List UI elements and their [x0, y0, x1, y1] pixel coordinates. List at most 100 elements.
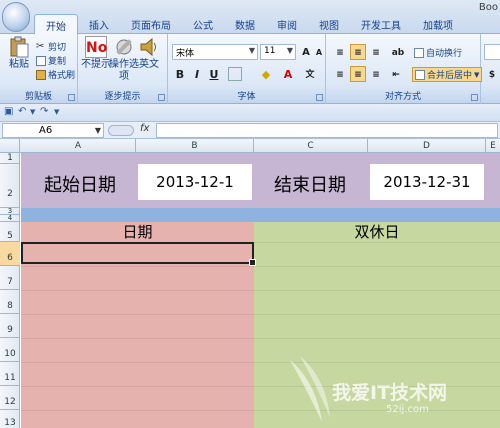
- tab-developer[interactable]: 开发工具: [350, 14, 412, 34]
- clipboard-group: 粘贴 ✂ 剪切 复制 格式刷 剪贴板: [0, 34, 78, 104]
- redo-icon[interactable]: ↷: [40, 106, 48, 117]
- row-header-11[interactable]: 11: [0, 362, 20, 386]
- indent-icon[interactable]: ⇤: [388, 66, 404, 82]
- chevron-down-icon[interactable]: ▼: [30, 108, 35, 116]
- english-button[interactable]: 英文: [138, 36, 160, 71]
- clipboard-launcher[interactable]: [68, 94, 75, 101]
- align-center-icon[interactable]: ≡: [350, 66, 366, 82]
- copy-icon: [36, 55, 46, 66]
- wrap-text-button[interactable]: 自动换行: [414, 46, 462, 59]
- tab-insert[interactable]: 插入: [78, 14, 120, 34]
- tab-data[interactable]: 数据: [224, 14, 266, 34]
- font-name-combo[interactable]: 宋体 ▼: [172, 44, 258, 60]
- column-header-a[interactable]: A: [21, 139, 136, 153]
- column-header-e[interactable]: E: [486, 139, 500, 153]
- row-header-4[interactable]: 4: [0, 215, 20, 222]
- quick-access-toolbar: ▣ ↶ ▼ ↷ ▼: [0, 104, 500, 122]
- font-color-icon[interactable]: A: [280, 66, 296, 82]
- row-header-9[interactable]: 9: [0, 314, 20, 338]
- paste-button[interactable]: 粘贴: [4, 36, 34, 71]
- row-header-5[interactable]: 5: [0, 222, 20, 242]
- undo-icon[interactable]: ↶: [18, 106, 26, 117]
- clipboard-group-label: 剪贴板: [24, 92, 52, 102]
- wrap-text-label: 自动换行: [426, 49, 463, 59]
- align-bottom-icon[interactable]: ≡: [368, 44, 384, 60]
- insert-function-button[interactable]: fx: [140, 123, 149, 134]
- office-button[interactable]: [2, 2, 30, 32]
- grid-line: [21, 362, 500, 363]
- tab-review[interactable]: 审阅: [266, 14, 308, 34]
- row-header-1[interactable]: 1: [0, 153, 20, 164]
- grid-line: [21, 410, 500, 411]
- window-title: Boo: [478, 2, 498, 13]
- align-left-icon[interactable]: ≡: [332, 66, 348, 82]
- column-header-b[interactable]: B: [136, 139, 254, 153]
- italic-button[interactable]: I: [189, 66, 205, 82]
- start-date-cell[interactable]: 2013-12-1: [138, 164, 252, 200]
- currency-icon[interactable]: $: [484, 66, 500, 82]
- cut-button[interactable]: ✂ 剪切: [36, 40, 66, 53]
- chevron-down-icon: ▼: [248, 46, 255, 55]
- format-painter-button[interactable]: 格式刷: [36, 68, 75, 81]
- phonetic-icon[interactable]: 文: [302, 66, 318, 82]
- tips-group: No 不提示 操作选项 英文 逐步提示: [78, 34, 168, 104]
- tab-page-layout[interactable]: 页面布局: [120, 14, 182, 34]
- tips-launcher[interactable]: [158, 94, 165, 101]
- number-format-combo[interactable]: [484, 44, 500, 60]
- date-header-cell[interactable]: 日期: [21, 222, 254, 242]
- end-date-cell[interactable]: 2013-12-31: [370, 164, 484, 200]
- weekend-column-area: [254, 222, 500, 428]
- row-header-12[interactable]: 12: [0, 386, 20, 410]
- copy-button[interactable]: 复制: [36, 54, 66, 67]
- tools-icon: [116, 39, 132, 55]
- font-group-label: 字体: [237, 92, 256, 102]
- row-header-6[interactable]: 6: [0, 242, 20, 266]
- fill-color-icon[interactable]: ◆: [258, 66, 274, 82]
- bold-button[interactable]: B: [172, 66, 188, 82]
- scissors-icon: ✂: [36, 40, 45, 52]
- no-tips-button[interactable]: No 不提示: [81, 36, 111, 71]
- options-button[interactable]: 操作选项: [109, 36, 139, 83]
- tab-addins[interactable]: 加载项: [412, 14, 464, 34]
- chevron-down-icon: ▼: [286, 46, 293, 55]
- tab-formulas[interactable]: 公式: [182, 14, 224, 34]
- orientation-icon[interactable]: ab: [390, 44, 406, 60]
- paintbrush-icon: [36, 69, 46, 80]
- active-cell-a6[interactable]: [21, 242, 256, 266]
- formula-bar-resize-handle[interactable]: [108, 125, 134, 136]
- row-header-10[interactable]: 10: [0, 338, 20, 362]
- alignment-group: ≡ ≡ ≡ ab 自动换行 ≡ ≡ ≡ ⇤ 合并后居中 ▼ 对齐方式: [326, 34, 483, 104]
- font-launcher[interactable]: [316, 94, 323, 101]
- ribbon-tabs-bar: 开始 插入 页面布局 公式 数据 审阅 视图 开发工具 加载项 Boo: [0, 0, 500, 34]
- speaker-icon: [140, 37, 156, 57]
- column-header-c[interactable]: C: [254, 139, 368, 153]
- grid-line: [21, 290, 500, 291]
- borders-icon[interactable]: [228, 67, 242, 81]
- underline-button[interactable]: U: [206, 66, 222, 82]
- save-icon[interactable]: ▣: [4, 106, 13, 117]
- row-header-2[interactable]: 2: [0, 164, 20, 208]
- customize-icon[interactable]: ▼: [54, 108, 59, 116]
- row-header-13[interactable]: 13: [0, 410, 20, 428]
- row-header-8[interactable]: 8: [0, 290, 20, 314]
- alignment-launcher[interactable]: [471, 94, 478, 101]
- merge-center-button[interactable]: 合并后居中 ▼: [412, 67, 483, 82]
- clipboard-icon: [10, 36, 29, 58]
- font-size-combo[interactable]: 11 ▼: [260, 44, 296, 60]
- cut-label: 剪切: [48, 43, 67, 53]
- shrink-font-icon[interactable]: A: [311, 44, 327, 60]
- align-middle-icon[interactable]: ≡: [350, 44, 366, 60]
- end-date-label: 结束日期: [274, 175, 346, 196]
- row-header-7[interactable]: 7: [0, 266, 20, 290]
- select-all-corner[interactable]: [0, 139, 20, 153]
- merge-icon: [415, 69, 425, 80]
- weekend-header-cell[interactable]: 双休日: [254, 222, 500, 242]
- tab-home[interactable]: 开始: [34, 14, 78, 34]
- formula-input[interactable]: [156, 123, 498, 138]
- column-header-d[interactable]: D: [368, 139, 486, 153]
- align-right-icon[interactable]: ≡: [368, 66, 384, 82]
- name-box[interactable]: A6 ▼: [2, 123, 104, 138]
- tab-view[interactable]: 视图: [308, 14, 350, 34]
- align-top-icon[interactable]: ≡: [332, 44, 348, 60]
- grid-line: [21, 338, 500, 339]
